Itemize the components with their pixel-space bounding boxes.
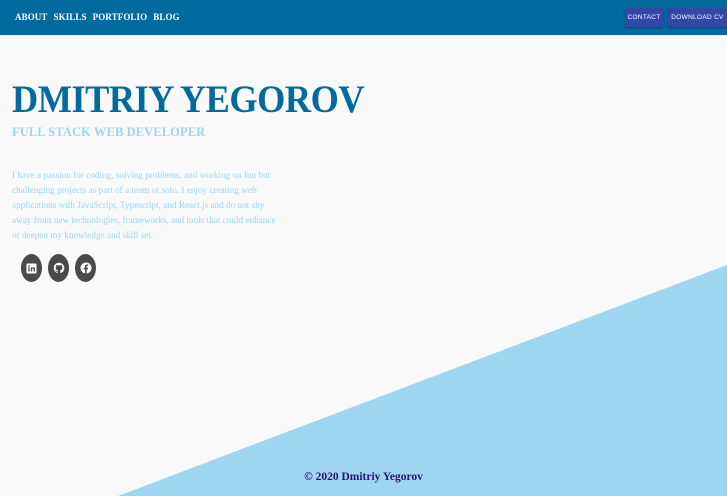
facebook-link[interactable] [75, 254, 96, 282]
nav-link-skills[interactable]: SKILLS [54, 12, 87, 22]
page-title: DMITRIY YEGOROV [12, 78, 365, 121]
download-cv-button[interactable]: DOWNLOAD CV [668, 8, 727, 27]
social-links [21, 254, 96, 282]
github-icon [53, 262, 64, 274]
diagonal-background-shape [118, 265, 727, 496]
linkedin-link[interactable] [21, 254, 42, 282]
nav-link-about[interactable]: ABOUT [15, 12, 48, 22]
bio-paragraph: I have a passion for coding, solving pro… [12, 170, 276, 240]
nav-link-portfolio[interactable]: PORTFOLIO [93, 12, 148, 22]
hero-section: DMITRIY YEGOROV FULL STACK WEB DEVELOPER [12, 78, 391, 140]
top-navbar: ABOUT SKILLS PORTFOLIO BLOG CONTACT DOWN… [0, 0, 727, 35]
linkedin-icon [26, 262, 37, 274]
footer-copyright: © 2020 Dmitriy Yegorov [304, 471, 423, 483]
job-title: FULL STACK WEB DEVELOPER [12, 125, 206, 139]
github-link[interactable] [48, 254, 69, 282]
main-nav: ABOUT SKILLS PORTFOLIO BLOG [15, 12, 180, 22]
contact-button[interactable]: CONTACT [625, 8, 663, 27]
nav-link-blog[interactable]: BLOG [153, 12, 179, 22]
facebook-icon [80, 262, 91, 274]
header-actions: CONTACT DOWNLOAD CV [625, 8, 727, 27]
